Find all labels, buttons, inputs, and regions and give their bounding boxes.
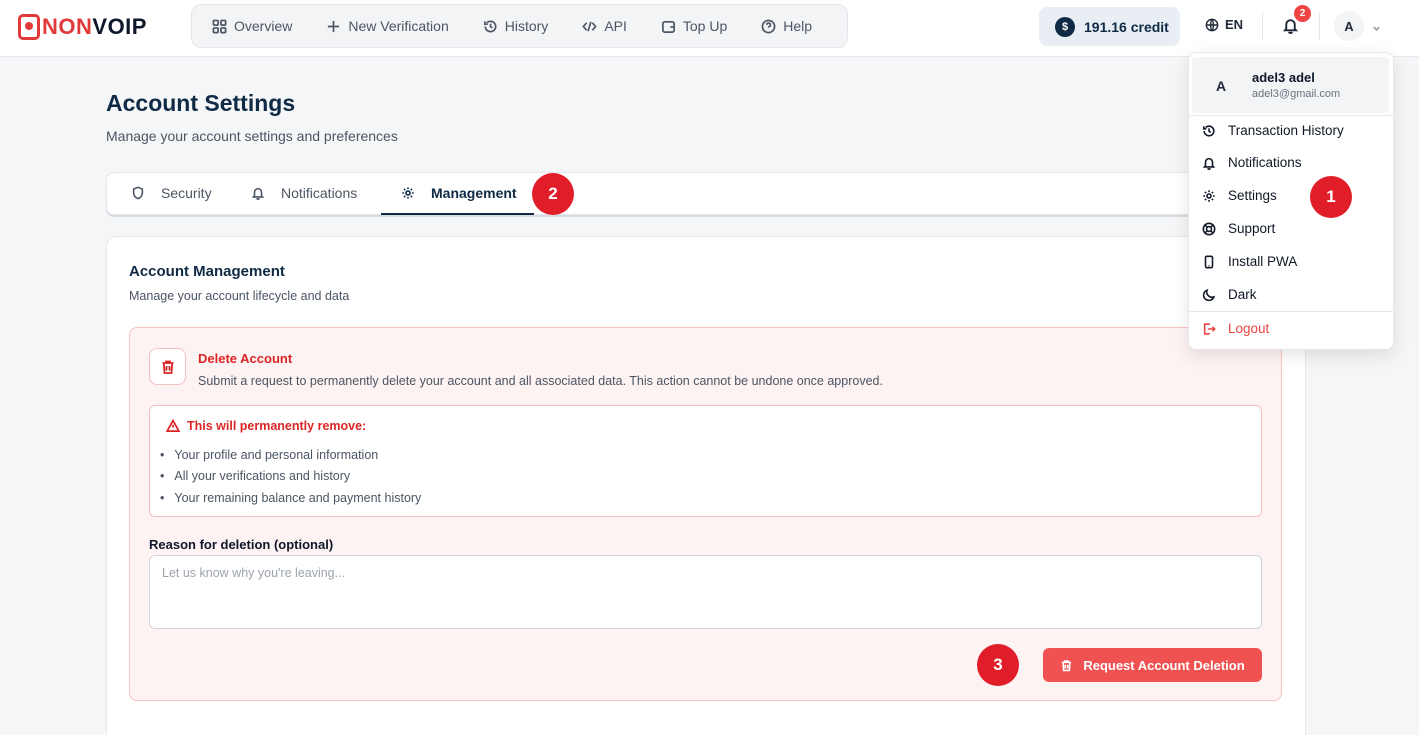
credit-balance[interactable]: $ 191.16 credit bbox=[1039, 7, 1180, 46]
warning-heading: This will permanently remove: bbox=[166, 419, 366, 433]
history-icon bbox=[1202, 124, 1215, 137]
avatar: A bbox=[1215, 78, 1227, 94]
menu-item-label: Settings bbox=[1228, 188, 1277, 203]
warning-triangle-icon bbox=[166, 419, 180, 432]
menu-item-notifications[interactable]: Notifications bbox=[1202, 155, 1302, 170]
logo-text: NONVOIP bbox=[42, 14, 147, 40]
menu-item-label: Install PWA bbox=[1228, 254, 1298, 269]
nav-item-help[interactable]: Help bbox=[761, 18, 812, 34]
chevron-down-icon[interactable] bbox=[1372, 20, 1381, 32]
menu-item-label: Dark bbox=[1228, 287, 1257, 302]
delete-account-description: Submit a request to permanently delete y… bbox=[198, 374, 883, 388]
tab-label: Notifications bbox=[281, 185, 358, 201]
avatar[interactable]: A bbox=[1334, 11, 1364, 41]
plus-icon bbox=[328, 20, 340, 32]
user-name: adel3 adel bbox=[1252, 70, 1315, 85]
tab-notifications[interactable]: Notifications bbox=[251, 172, 357, 214]
trash-icon-box bbox=[149, 348, 186, 385]
request-account-deletion-button[interactable]: Request Account Deletion bbox=[1043, 648, 1262, 682]
phone-chat-logo-icon bbox=[18, 14, 40, 40]
section-subtitle: Manage your account lifecycle and data bbox=[129, 289, 350, 303]
nav-item-history[interactable]: History bbox=[483, 18, 549, 34]
logo-text-part-1: NON bbox=[42, 14, 93, 39]
tab-label: Security bbox=[161, 185, 212, 201]
menu-item-logout[interactable]: Logout bbox=[1202, 321, 1269, 336]
nav-item-api[interactable]: API bbox=[582, 18, 627, 34]
logout-icon bbox=[1203, 322, 1216, 335]
delete-account-title: Delete Account bbox=[198, 351, 293, 366]
menu-item-settings[interactable]: Settings bbox=[1202, 188, 1277, 203]
button-label: Request Account Deletion bbox=[1083, 657, 1245, 673]
menu-item-label: Transaction History bbox=[1228, 123, 1344, 138]
list-item: Your profile and personal information bbox=[160, 444, 421, 466]
menu-item-transaction-history[interactable]: Transaction History bbox=[1202, 123, 1344, 138]
nav-item-label: Help bbox=[783, 18, 813, 34]
menu-item-label: Notifications bbox=[1228, 155, 1302, 170]
menu-item-dark-mode[interactable]: Dark bbox=[1202, 287, 1257, 302]
user-email: adel3@gmail.com bbox=[1252, 88, 1341, 100]
step-marker-2: 2 bbox=[532, 173, 574, 215]
active-tab-indicator bbox=[381, 213, 534, 215]
menu-item-install-pwa[interactable]: Install PWA bbox=[1202, 254, 1297, 269]
tab-label: Management bbox=[431, 185, 517, 201]
tab-security[interactable]: Security bbox=[131, 172, 212, 214]
logo[interactable]: NONVOIP bbox=[18, 12, 147, 42]
nav-item-new-verification[interactable]: New Verification bbox=[326, 18, 449, 34]
help-circle-icon bbox=[761, 19, 776, 33]
menu-item-label: Logout bbox=[1228, 321, 1270, 336]
warning-list: Your profile and personal information Al… bbox=[160, 444, 421, 509]
warning-title: This will permanently remove: bbox=[187, 419, 367, 433]
globe-icon bbox=[1205, 18, 1219, 31]
tab-management[interactable]: Management bbox=[401, 172, 517, 214]
history-icon bbox=[483, 19, 497, 32]
code-icon bbox=[582, 21, 598, 31]
moon-icon bbox=[1202, 288, 1216, 301]
step-marker-3: 3 bbox=[977, 644, 1019, 686]
divider bbox=[1262, 12, 1263, 40]
logo-text-part-2: VOIP bbox=[92, 14, 147, 39]
bell-icon bbox=[251, 187, 265, 200]
main-nav: Overview New Verification History API To… bbox=[191, 4, 848, 48]
menu-divider bbox=[1189, 311, 1393, 312]
dollar-icon: $ bbox=[1055, 16, 1075, 37]
nav-item-label: New Verification bbox=[348, 18, 449, 34]
gear-icon bbox=[402, 187, 414, 199]
reason-label: Reason for deletion (optional) bbox=[149, 537, 334, 552]
nav-item-label: API bbox=[604, 18, 627, 34]
reason-textarea[interactable] bbox=[149, 555, 1262, 629]
phone-icon bbox=[1204, 255, 1214, 268]
page-subtitle: Manage your account settings and prefere… bbox=[106, 128, 398, 144]
nav-item-label: History bbox=[504, 18, 549, 34]
credit-label: 191.16 credit bbox=[1084, 18, 1169, 35]
nav-item-top-up[interactable]: Top Up bbox=[661, 18, 727, 34]
bell-icon bbox=[1202, 157, 1216, 170]
page-title: Account Settings bbox=[106, 90, 296, 116]
nav-item-overview[interactable]: Overview bbox=[212, 18, 292, 34]
language-selector[interactable]: EN bbox=[1205, 17, 1243, 32]
divider bbox=[1319, 12, 1320, 40]
trash-icon bbox=[1062, 659, 1072, 671]
menu-item-support[interactable]: Support bbox=[1202, 221, 1275, 236]
language-label: EN bbox=[1225, 17, 1244, 32]
menu-item-label: Support bbox=[1228, 221, 1276, 236]
gear-icon bbox=[1203, 189, 1215, 202]
list-item: Your remaining balance and payment histo… bbox=[160, 487, 421, 509]
notification-count-badge: 2 bbox=[1294, 5, 1311, 22]
step-marker-1: 1 bbox=[1310, 176, 1352, 218]
shield-icon bbox=[132, 186, 144, 200]
wallet-icon bbox=[661, 20, 675, 33]
trash-icon bbox=[162, 360, 173, 374]
nav-item-label: Top Up bbox=[682, 18, 728, 34]
lifebuoy-icon bbox=[1202, 222, 1216, 235]
nav-item-label: Overview bbox=[234, 18, 293, 34]
menu-divider bbox=[1189, 115, 1393, 116]
list-item: All your verifications and history bbox=[160, 466, 421, 488]
grid-icon bbox=[212, 19, 227, 33]
section-title: Account Management bbox=[129, 263, 285, 280]
